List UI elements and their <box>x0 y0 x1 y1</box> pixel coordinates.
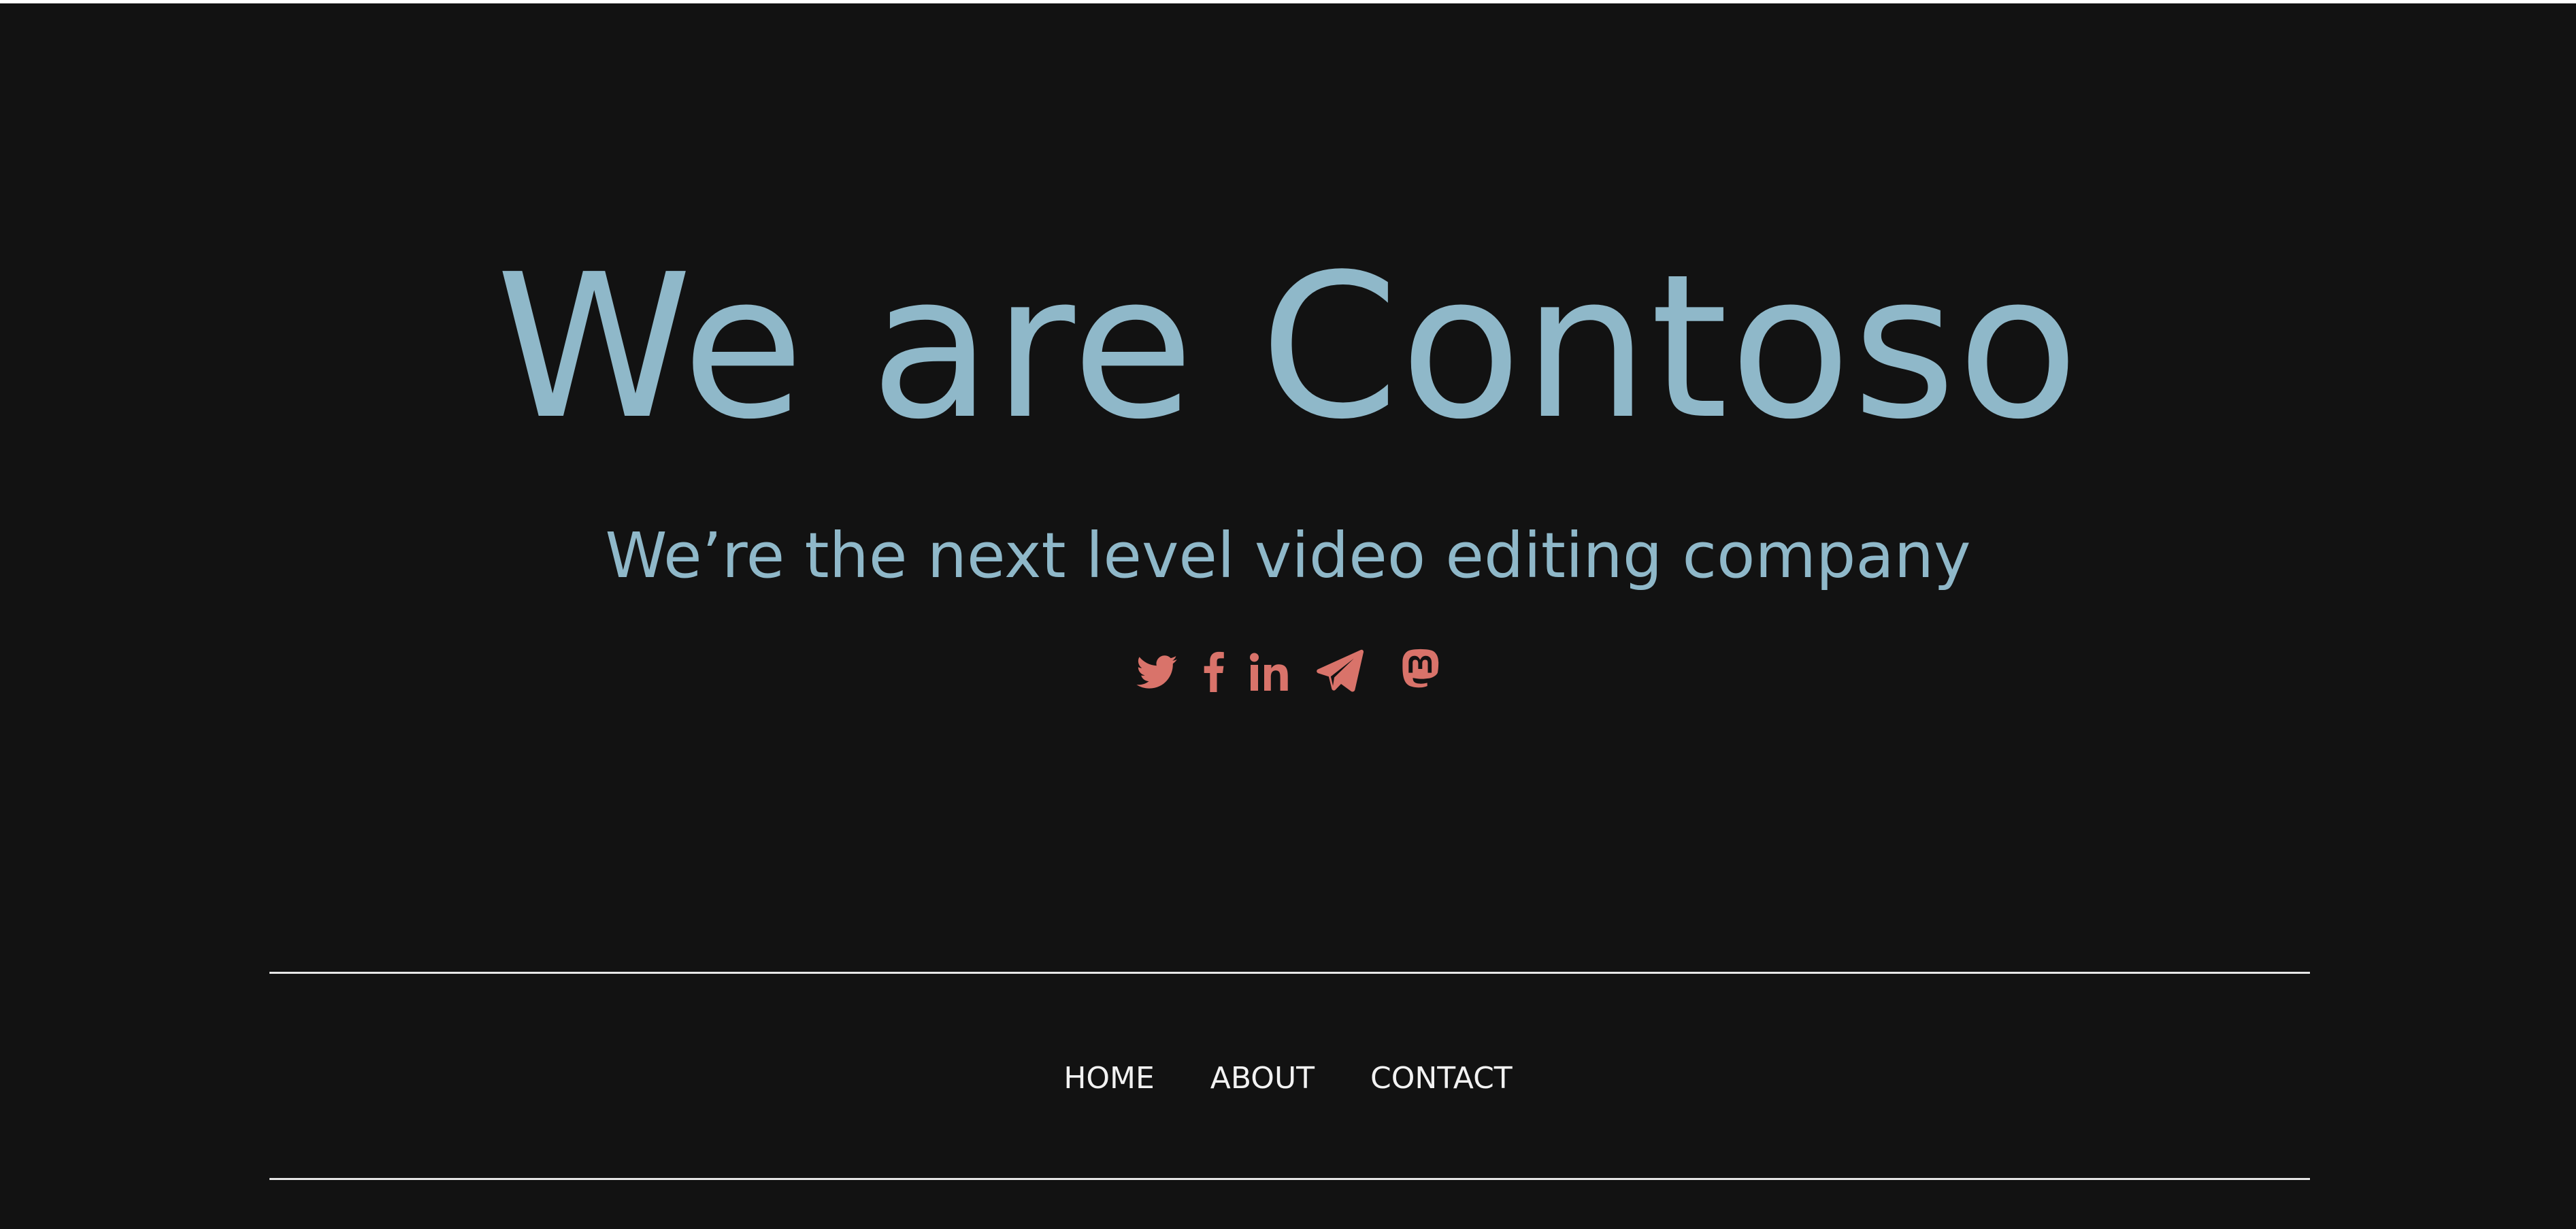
social-links <box>1135 644 1448 698</box>
hero-title: We are Contoso <box>495 231 2081 463</box>
twitter-icon <box>1136 655 1177 689</box>
page-background: We are Contoso We’re the next level vide… <box>0 3 2576 1229</box>
nav-contact-link[interactable]: CONTACT <box>1370 1057 1513 1100</box>
nav-home-link[interactable]: HOME <box>1063 1057 1154 1100</box>
linkedin-icon <box>1250 653 1288 691</box>
facebook-link[interactable] <box>1203 644 1225 698</box>
hero-subtitle: We’re the next level video editing compa… <box>605 519 1971 592</box>
nav-top-divider <box>269 972 2310 974</box>
nav-about-link[interactable]: ABOUT <box>1210 1057 1315 1100</box>
linkedin-link[interactable] <box>1249 644 1291 698</box>
facebook-icon <box>1204 651 1224 692</box>
twitter-link[interactable] <box>1135 644 1178 698</box>
mastodon-link[interactable] <box>1400 644 1440 698</box>
telegram-link[interactable] <box>1316 644 1364 698</box>
footer-nav: HOME ABOUT CONTACT <box>0 1057 2576 1100</box>
mastodon-icon <box>1402 649 1439 688</box>
telegram-icon <box>1317 649 1364 692</box>
nav-bottom-divider <box>269 1178 2310 1180</box>
